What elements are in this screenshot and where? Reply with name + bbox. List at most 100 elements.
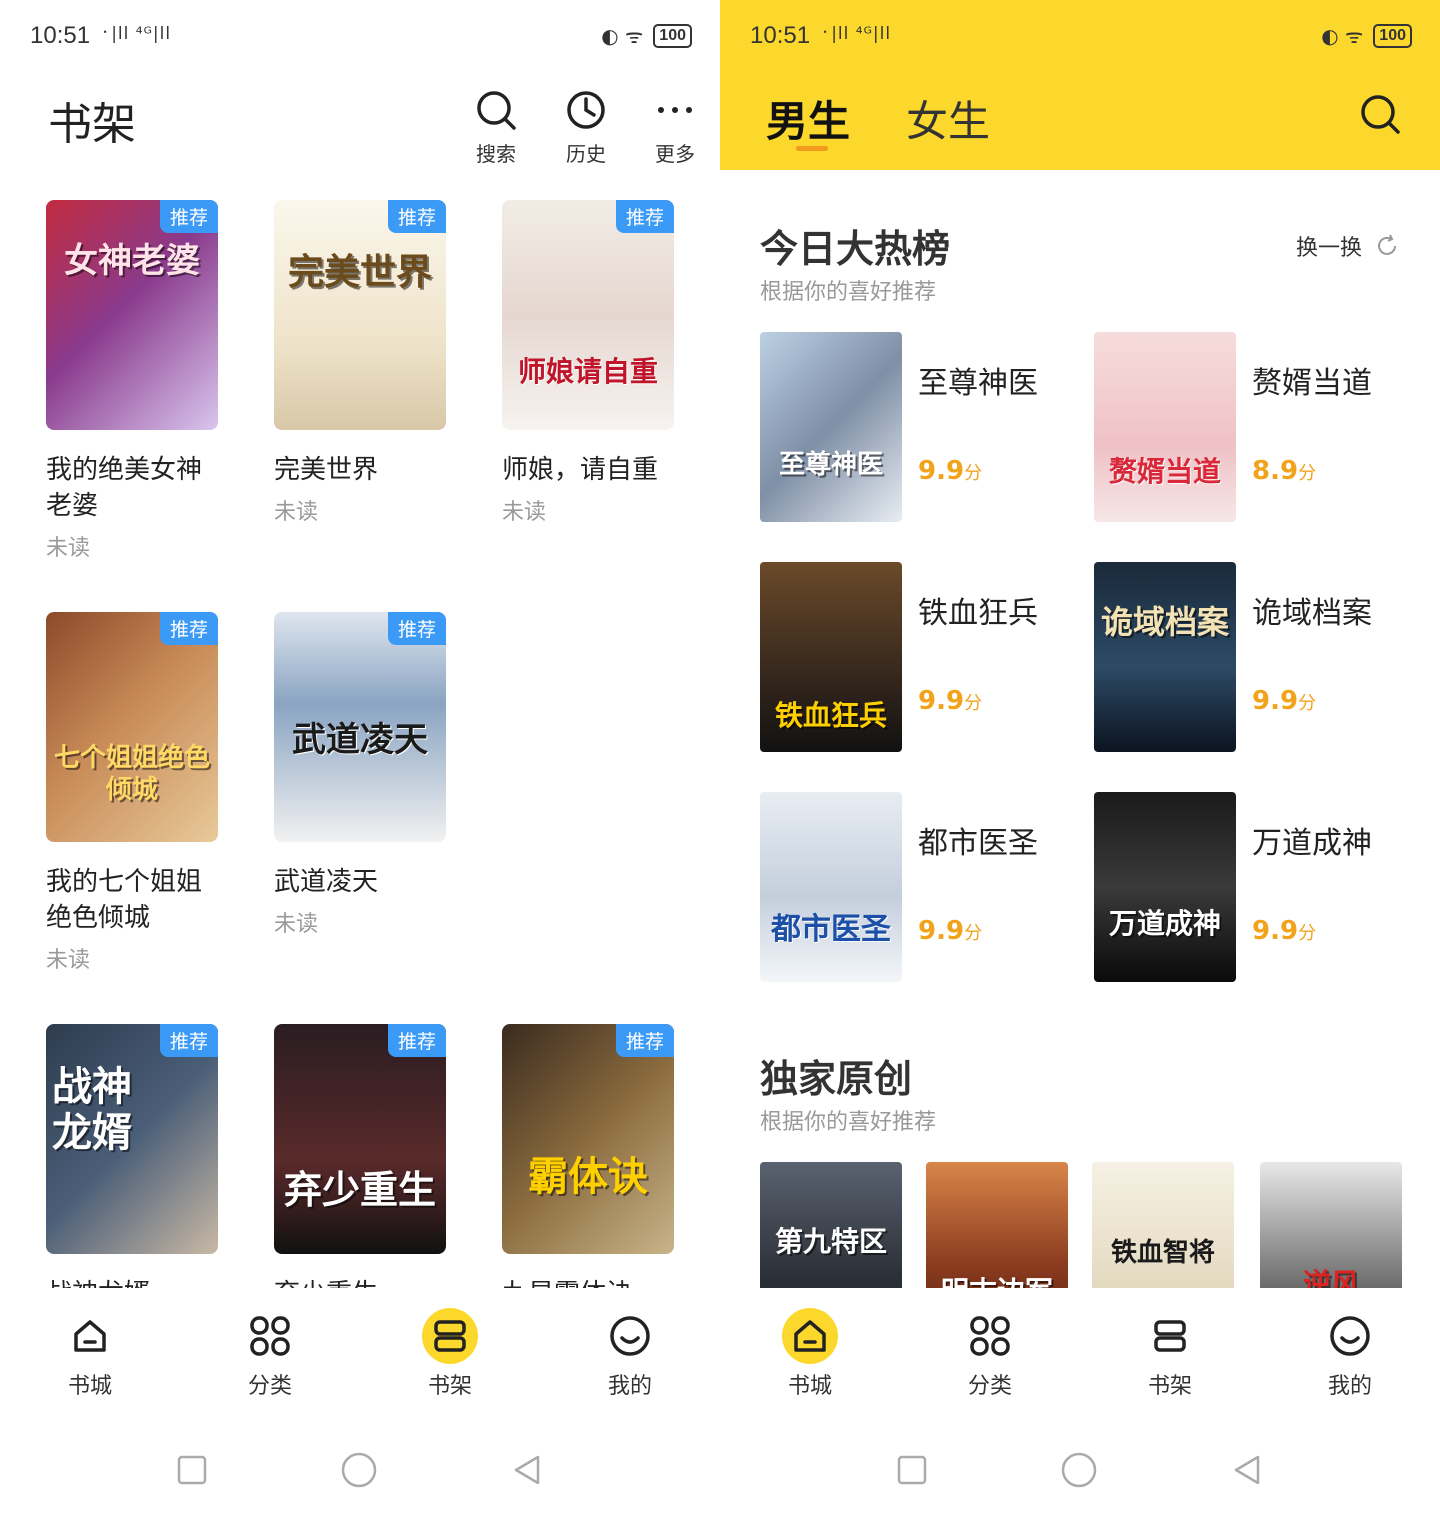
search-button[interactable]: 搜索 xyxy=(466,88,526,167)
refresh-label: 换一换 xyxy=(1295,236,1362,261)
history-label: 历史 xyxy=(566,142,606,166)
profile-icon xyxy=(1322,1308,1378,1364)
book-cover[interactable]: 师娘请自重 推荐 xyxy=(502,200,674,430)
cover-title: 战神龙婿 xyxy=(52,1063,132,1156)
hot-book-item[interactable]: 赘婿当道 赘婿当道 8.9分 xyxy=(1094,332,1394,522)
hot-book-item[interactable]: 诡域档案 诡域档案 9.9分 xyxy=(1094,562,1394,752)
book-cover[interactable]: 霸体诀 推荐 xyxy=(502,1024,674,1254)
hot-book-item[interactable]: 至尊神医 至尊神医 9.9分 xyxy=(760,332,1060,522)
cover-title: 第九特区 xyxy=(774,1225,887,1258)
book-cover[interactable]: 七个姐姐绝色倾城 推荐 xyxy=(46,612,218,842)
book-title: 至尊神医 xyxy=(918,366,1038,401)
status-bar: 10:51 ᛫|ll ⁴ᴳ|ll ◐ ᯤ 100 xyxy=(720,0,1440,72)
book-item[interactable]: 女神老婆 推荐 我的绝美女神老婆 未读 xyxy=(46,200,218,562)
more-icon xyxy=(658,107,692,113)
search-label: 搜索 xyxy=(476,142,516,166)
book-cover: 赘婿当道 xyxy=(1094,332,1236,522)
book-title: 都市医圣 xyxy=(918,826,1038,861)
book-cover[interactable]: 弃少重生 推荐 xyxy=(274,1024,446,1254)
book-cover[interactable]: 战神龙婿 推荐 xyxy=(46,1024,218,1254)
nav-bookstore[interactable]: 书城 xyxy=(720,1288,900,1408)
bookstore-screen: 10:51 ᛫|ll ⁴ᴳ|ll ◐ ᯤ 100 男生 女生 今日大热榜 根据你… xyxy=(720,0,1440,1520)
system-nav-bar xyxy=(720,1420,1440,1520)
cover-title: 至尊神医 xyxy=(778,450,883,480)
book-cover[interactable]: 武道凌天 推荐 xyxy=(274,612,446,842)
book-title: 铁血狂兵 xyxy=(918,596,1038,631)
book-cover: 诡域档案 xyxy=(1094,562,1236,752)
status-time: 10:51 xyxy=(750,22,811,49)
hot-list-subtitle: 根据你的喜好推荐 xyxy=(760,280,937,305)
bottom-nav: 书城 分类 书架 我的 xyxy=(720,1288,1440,1408)
home-circle-icon[interactable] xyxy=(340,1451,378,1489)
book-item[interactable]: 师娘请自重 推荐 师娘，请自重 未读 xyxy=(502,200,674,526)
cover-title: 女神老婆 xyxy=(64,241,200,281)
nav-label: 书城 xyxy=(787,1374,832,1399)
cover-title: 万道成神 xyxy=(1108,907,1221,940)
tab-male[interactable]: 男生 xyxy=(766,88,850,149)
recommend-badge: 推荐 xyxy=(615,200,674,233)
search-icon[interactable] xyxy=(1358,92,1402,136)
hot-book-item[interactable]: 铁血狂兵 铁血狂兵 9.9分 xyxy=(760,562,1060,752)
nav-bookshelf[interactable]: 书架 xyxy=(1080,1288,1260,1408)
bookshelf-icon xyxy=(422,1308,478,1364)
page-title: 书架 xyxy=(48,99,136,150)
recommend-badge: 推荐 xyxy=(159,1024,218,1057)
recent-apps-icon[interactable] xyxy=(176,1454,208,1486)
nav-label: 分类 xyxy=(967,1374,1012,1399)
cover-title: 诡域档案 xyxy=(1100,603,1229,641)
book-item[interactable]: 完美世界 推荐 完美世界 未读 xyxy=(274,200,446,526)
read-status: 未读 xyxy=(502,500,547,525)
tab-female[interactable]: 女生 xyxy=(906,88,990,149)
nav-label: 我的 xyxy=(1327,1374,1372,1399)
history-icon xyxy=(567,91,605,129)
nav-bookstore[interactable]: 书城 xyxy=(0,1288,180,1408)
nav-label: 书城 xyxy=(67,1374,112,1399)
recommend-badge: 推荐 xyxy=(615,1024,674,1057)
home-icon xyxy=(62,1308,118,1364)
back-icon[interactable] xyxy=(510,1453,544,1487)
category-icon xyxy=(962,1308,1018,1364)
cover-title: 霸体诀 xyxy=(528,1153,648,1200)
home-icon xyxy=(782,1308,838,1364)
nav-category[interactable]: 分类 xyxy=(900,1288,1080,1408)
book-cover: 至尊神医 xyxy=(760,332,902,522)
hot-book-item[interactable]: 都市医圣 都市医圣 9.9分 xyxy=(760,792,1060,982)
more-button[interactable]: 更多 xyxy=(645,88,705,167)
recommend-badge: 推荐 xyxy=(159,612,218,645)
vibrate-icon: ◐ ᯤ xyxy=(1321,24,1364,48)
signal-icon: ᛫|ll ⁴ᴳ|ll xyxy=(820,24,892,44)
book-title: 武道凌天 xyxy=(274,867,379,897)
cover-title: 七个姐姐绝色倾城 xyxy=(53,743,210,805)
book-item[interactable]: 弃少重生 推荐 弃少重生 xyxy=(274,1024,446,1312)
book-title: 我的绝美女神老婆 xyxy=(46,455,203,521)
status-bar: 10:51 ᛫|ll ⁴ᴳ|ll ◐ ᯤ 100 xyxy=(0,0,720,72)
book-item[interactable]: 战神龙婿 推荐 战神龙婿 xyxy=(46,1024,218,1312)
original-title: 独家原创 xyxy=(760,1057,913,1101)
read-status: 未读 xyxy=(274,500,319,525)
book-cover[interactable]: 女神老婆 推荐 xyxy=(46,200,218,430)
recommend-badge: 推荐 xyxy=(387,200,446,233)
bookshelf-screen: 10:51 ᛫|ll ⁴ᴳ|ll ◐ ᯤ 100 书架 搜索 历史 更多 女神老… xyxy=(0,0,720,1520)
cover-title: 完美世界 xyxy=(287,251,432,293)
nav-profile[interactable]: 我的 xyxy=(1260,1288,1440,1408)
book-cover[interactable]: 完美世界 推荐 xyxy=(274,200,446,430)
book-cover: 万道成神 xyxy=(1094,792,1236,982)
nav-category[interactable]: 分类 xyxy=(180,1288,360,1408)
book-item[interactable]: 霸体诀 推荐 九星霸体诀 xyxy=(502,1024,674,1312)
nav-profile[interactable]: 我的 xyxy=(540,1288,720,1408)
cover-title: 武道凌天 xyxy=(292,720,428,760)
hot-book-item[interactable]: 万道成神 万道成神 9.9分 xyxy=(1094,792,1394,982)
profile-icon xyxy=(602,1308,658,1364)
read-status: 未读 xyxy=(46,536,91,561)
book-item[interactable]: 武道凌天 推荐 武道凌天 未读 xyxy=(274,612,446,938)
book-item[interactable]: 七个姐姐绝色倾城 推荐 我的七个姐姐绝色倾城 未读 xyxy=(46,612,218,974)
nav-bookshelf[interactable]: 书架 xyxy=(360,1288,540,1408)
original-subtitle: 根据你的喜好推荐 xyxy=(760,1110,937,1135)
back-icon[interactable] xyxy=(1230,1453,1264,1487)
history-button[interactable]: 历史 xyxy=(556,88,616,167)
book-title: 赘婿当道 xyxy=(1252,366,1372,401)
refresh-button[interactable]: 换一换 xyxy=(1296,230,1400,262)
home-circle-icon[interactable] xyxy=(1060,1451,1098,1489)
book-score: 9.9分 xyxy=(918,686,983,716)
recent-apps-icon[interactable] xyxy=(896,1454,928,1486)
